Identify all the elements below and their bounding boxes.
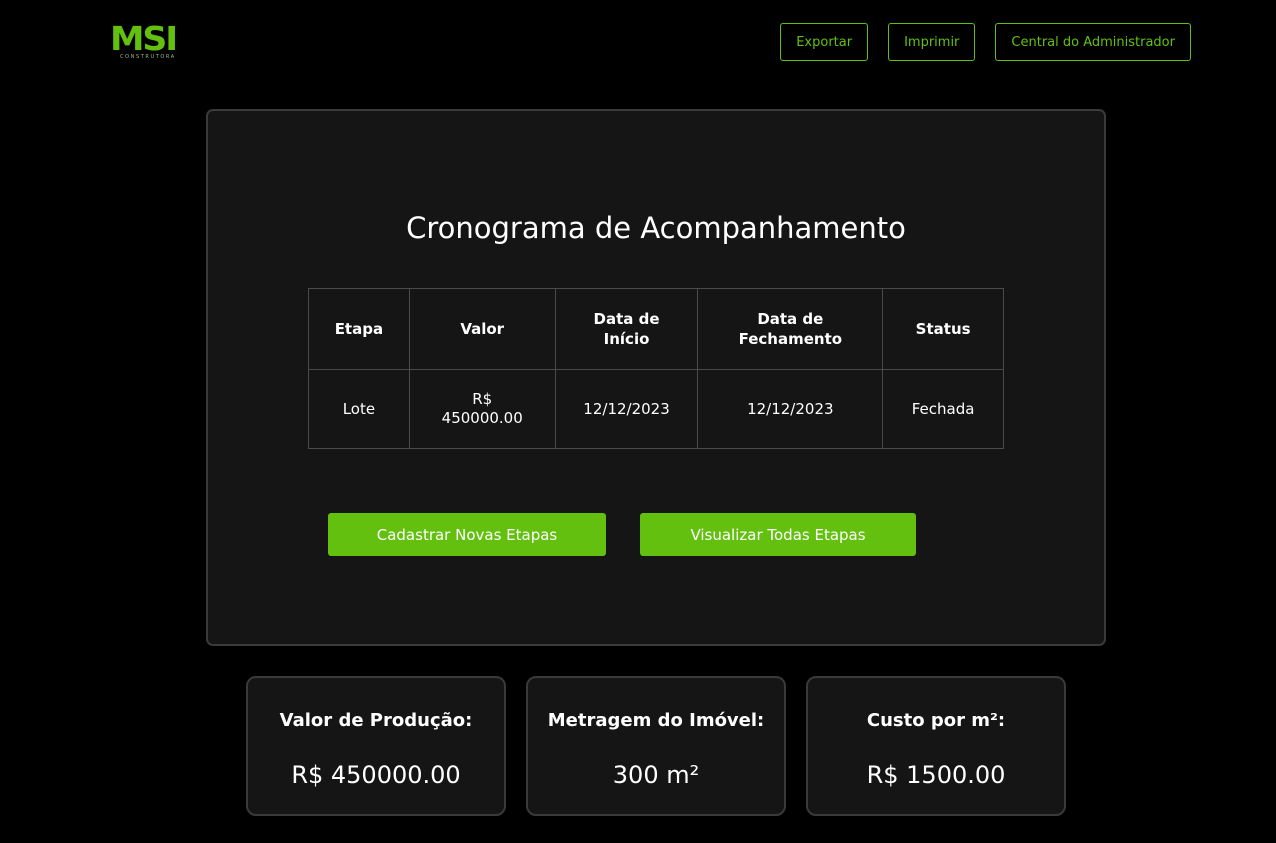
column-header-valor: Valor (408, 288, 556, 370)
stat-value: 300 m² (612, 761, 700, 789)
schedule-table: Etapa Valor Data de Início Data de Fecha… (308, 288, 1004, 449)
cell-data-inicio: 12/12/2023 (554, 369, 699, 449)
register-stages-button[interactable]: Cadastrar Novas Etapas (328, 513, 606, 556)
schedule-actions: Cadastrar Novas Etapas Visualizar Todas … (328, 513, 916, 556)
column-header-etapa: Etapa (308, 288, 410, 370)
schedule-card: Cronograma de Acompanhamento Etapa Valor… (206, 109, 1106, 646)
cell-valor: R$ 450000.00 (408, 369, 556, 449)
stat-value: R$ 1500.00 (866, 761, 1006, 789)
page: MSI CONSTRUTORA Exportar Imprimir Centra… (0, 0, 1276, 843)
logo-mark: MSI (110, 19, 178, 58)
stat-label: Metragem do Imóvel: (547, 710, 765, 731)
stat-label: Custo por m²: (866, 710, 1006, 731)
cell-status: Fechada (882, 369, 1004, 449)
table-header-row: Etapa Valor Data de Início Data de Fecha… (308, 288, 1004, 370)
stat-value: R$ 450000.00 (291, 761, 461, 789)
column-header-status: Status (882, 288, 1004, 370)
column-header-data-inicio: Data de Início (554, 288, 699, 370)
cost-per-m2-card: Custo por m²: R$ 1500.00 (806, 676, 1066, 816)
page-title: Cronograma de Acompanhamento (406, 211, 906, 245)
stat-label: Valor de Produção: (279, 710, 473, 731)
print-button[interactable]: Imprimir (888, 23, 976, 61)
admin-center-button[interactable]: Central do Administrador (995, 23, 1191, 61)
cell-etapa: Lote (308, 369, 410, 449)
table-row: Lote R$ 450000.00 12/12/2023 12/12/2023 … (308, 369, 1004, 449)
cell-data-fechamento: 12/12/2023 (697, 369, 884, 449)
column-header-data-fechamento: Data de Fechamento (697, 288, 884, 370)
company-logo[interactable]: MSI CONSTRUTORA (110, 22, 194, 62)
property-area-card: Metragem do Imóvel: 300 m² (526, 676, 786, 816)
stats-row: Valor de Produção: R$ 450000.00 Metragem… (246, 676, 1066, 816)
header-nav: Exportar Imprimir Central do Administrad… (780, 23, 1191, 61)
production-value-card: Valor de Produção: R$ 450000.00 (246, 676, 506, 816)
view-all-stages-button[interactable]: Visualizar Todas Etapas (640, 513, 916, 556)
export-button[interactable]: Exportar (780, 23, 869, 61)
